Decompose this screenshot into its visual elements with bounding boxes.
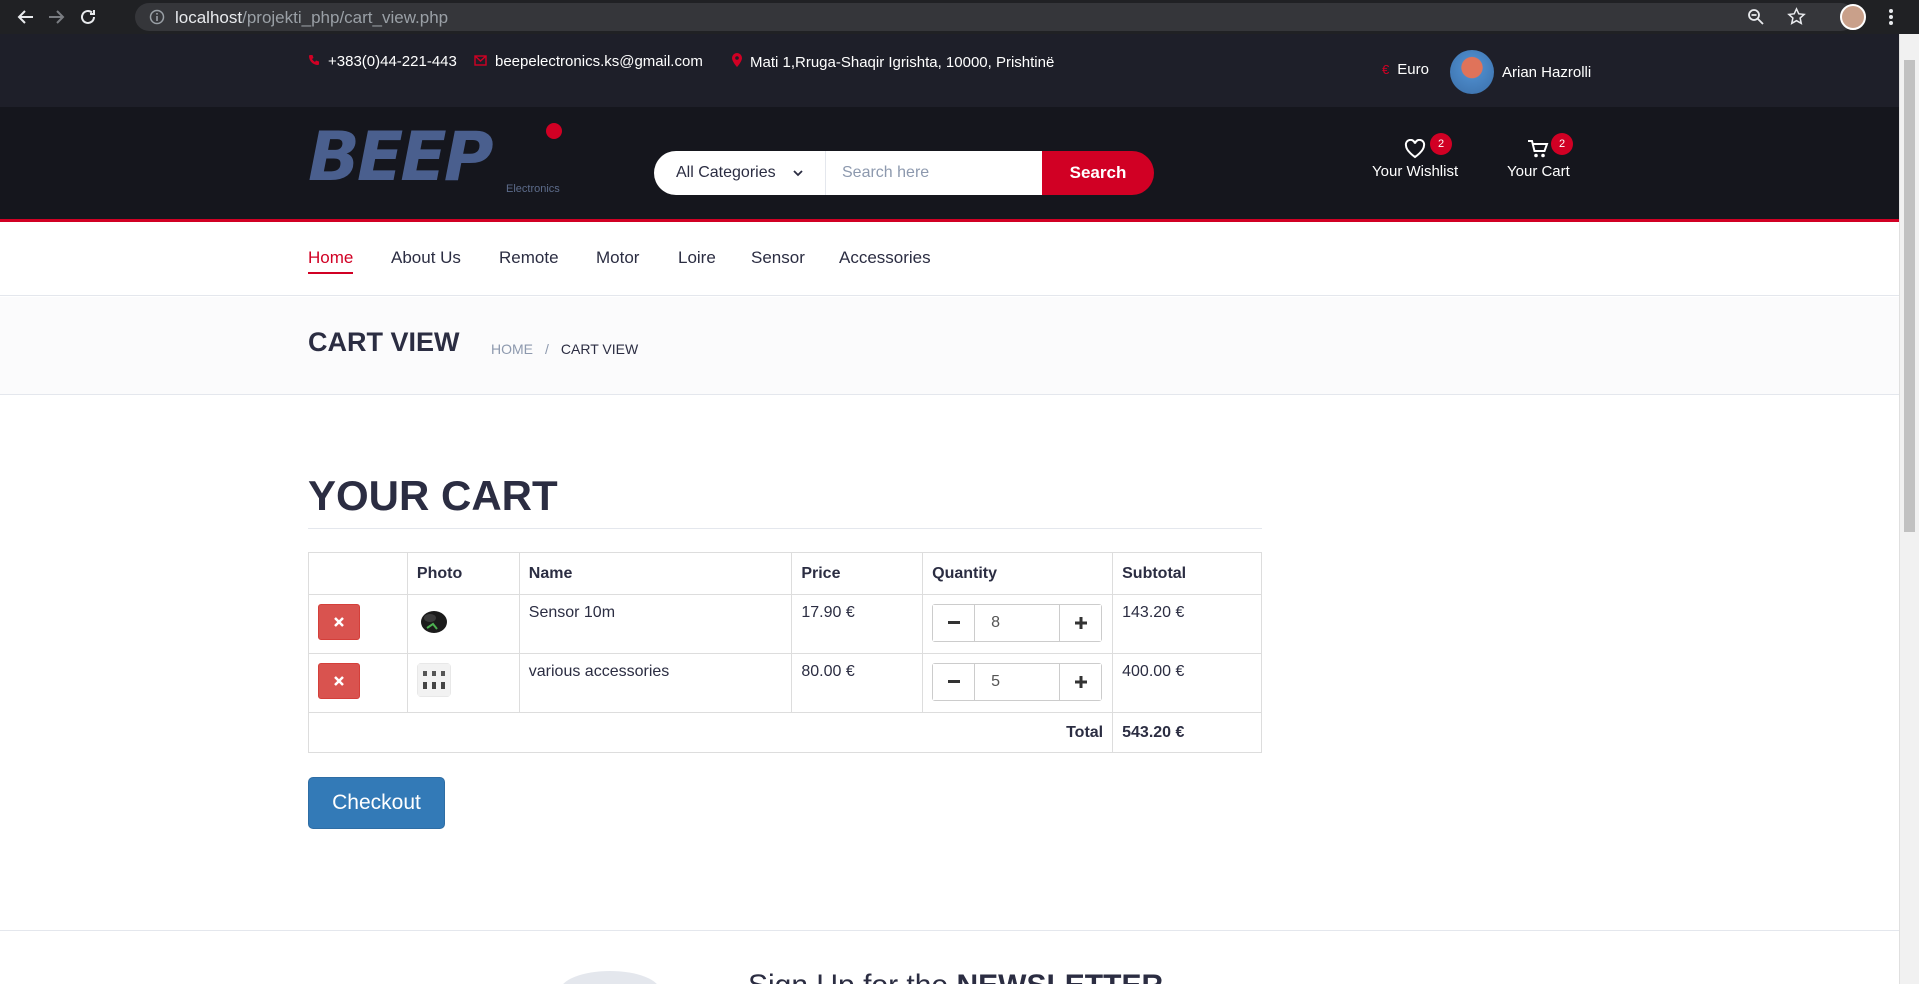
breadcrumb-home-link[interactable]: HOME [491, 341, 533, 357]
item-name[interactable]: Sensor 10m [518, 594, 793, 654]
nav-item-about-us[interactable]: About Us [391, 248, 461, 272]
reload-icon[interactable] [76, 5, 100, 29]
table-header-row: Photo Name Price Quantity Subtotal [308, 552, 1262, 595]
item-name[interactable]: various accessories [518, 653, 793, 713]
newsletter-heading: Sign Up for the NEWSLETTER [748, 969, 1163, 984]
minus-icon [947, 621, 960, 624]
product-thumbnail[interactable] [416, 662, 452, 698]
column-header-photo: Photo [406, 552, 520, 595]
nav-item-loire[interactable]: Loire [678, 248, 716, 272]
breadcrumb-separator: / [545, 341, 549, 357]
breadcrumb: CART VIEW HOME / CART VIEW [0, 297, 1899, 395]
page-title: CART VIEW [308, 327, 460, 357]
quantity-stepper [932, 663, 1103, 701]
euro-icon: € [1382, 62, 1390, 77]
checkout-button[interactable]: Checkout [308, 777, 445, 829]
back-arrow-icon[interactable] [14, 5, 38, 29]
column-header-name: Name [518, 552, 793, 595]
quantity-input[interactable] [974, 664, 1061, 700]
plus-icon [1074, 617, 1087, 629]
increase-quantity-button[interactable] [1060, 605, 1102, 641]
table-row: Sensor 10m 17.90 € 143.20 € [308, 594, 1262, 654]
item-subtotal: 400.00 € [1112, 653, 1262, 713]
heart-icon [1404, 138, 1426, 161]
close-icon [334, 676, 344, 686]
breadcrumb-current: CART VIEW [560, 341, 639, 357]
main-navigation: Home About Us Remote Motor Loire Sensor … [0, 222, 1899, 296]
search-input[interactable] [826, 151, 1042, 195]
browser-toolbar: localhost/projekti_php/cart_view.php [0, 0, 1919, 34]
search-button[interactable]: Search [1042, 151, 1154, 195]
column-header-subtotal: Subtotal [1112, 552, 1262, 595]
top-header: +383(0)44-221-443 beepelectronics.ks@gma… [0, 34, 1899, 107]
total-label: Total [307, 712, 1114, 753]
more-menu-icon[interactable] [1888, 8, 1894, 31]
envelope-icon [474, 53, 487, 70]
search-form: All Categories Search [654, 151, 1154, 195]
info-icon[interactable] [149, 9, 165, 30]
total-row: Total 543.20 € [307, 712, 1262, 753]
map-marker-icon [732, 53, 742, 71]
item-price: 80.00 € [791, 653, 924, 713]
nav-item-home[interactable]: Home [308, 248, 354, 274]
zoom-icon[interactable] [1747, 8, 1765, 31]
product-thumbnail[interactable] [416, 604, 451, 638]
nav-item-motor[interactable]: Motor [596, 248, 639, 272]
close-icon [334, 617, 344, 627]
column-header-price: Price [791, 552, 924, 595]
increase-quantity-button[interactable] [1060, 664, 1102, 700]
logo-dot [546, 123, 562, 139]
category-select[interactable]: All Categories [654, 151, 826, 195]
quantity-stepper [932, 604, 1103, 642]
quantity-input[interactable] [974, 605, 1061, 641]
item-price: 17.90 € [791, 594, 924, 654]
profile-avatar[interactable] [1840, 4, 1866, 30]
address-bar[interactable]: localhost/projekti_php/cart_view.php [135, 3, 1855, 31]
nav-item-accessories[interactable]: Accessories [839, 248, 931, 272]
column-header-quantity: Quantity [922, 552, 1114, 595]
decrease-quantity-button[interactable] [933, 605, 975, 641]
breadcrumb-tree: HOME / CART VIEW [491, 341, 638, 357]
cart-table: Photo Name Price Quantity Subtotal Senso… [307, 552, 1262, 753]
cart-link[interactable]: Your Cart 2 [1507, 133, 1573, 180]
logo-text: BEEP [308, 118, 494, 197]
plus-icon [1074, 676, 1087, 688]
bookmark-star-icon[interactable] [1787, 7, 1806, 31]
wishlist-link[interactable]: Your Wishlist 2 [1372, 133, 1458, 180]
logo-subtext: Electronics [506, 183, 560, 195]
currency-link[interactable]: € Euro [1382, 61, 1429, 78]
remove-item-button[interactable] [318, 663, 360, 699]
item-subtotal: 143.20 € [1112, 594, 1262, 654]
column-header [308, 552, 408, 595]
phone-icon [308, 53, 320, 70]
scrollbar-thumb[interactable] [1904, 60, 1915, 532]
remove-item-button[interactable] [318, 604, 360, 640]
table-row: various accessories 80.00 € 400.00 € [308, 653, 1262, 713]
phone-link[interactable]: +383(0)44-221-443 [308, 53, 457, 70]
newsletter-decoration [560, 971, 660, 984]
nav-item-remote[interactable]: Remote [499, 248, 559, 272]
divider [308, 528, 1262, 529]
email-link[interactable]: beepelectronics.ks@gmail.com [474, 53, 703, 70]
cart-count-badge: 2 [1551, 133, 1573, 155]
beep-logo[interactable]: BEEP Electronics [308, 121, 568, 201]
total-value: 543.20 € [1112, 712, 1262, 753]
user-account-link[interactable]: Arian Hazrolli [1450, 50, 1591, 94]
shopping-cart-icon [1527, 139, 1549, 161]
url-text: localhost/projekti_php/cart_view.php [175, 8, 449, 27]
forward-arrow-icon[interactable] [44, 5, 68, 29]
wishlist-count-badge: 2 [1430, 133, 1452, 155]
newsletter-section: Sign Up for the NEWSLETTER [0, 930, 1899, 984]
decrease-quantity-button[interactable] [933, 664, 975, 700]
user-avatar [1450, 50, 1494, 94]
chevron-down-icon [793, 164, 803, 182]
cart-heading: YOUR CART [308, 472, 558, 519]
main-header: BEEP Electronics All Categories Search Y… [0, 107, 1899, 222]
address-link[interactable]: Mati 1,Rruga-Shaqir Igrishta, 10000, Pri… [732, 53, 1054, 71]
nav-item-sensor[interactable]: Sensor [751, 248, 805, 272]
minus-icon [947, 680, 960, 683]
